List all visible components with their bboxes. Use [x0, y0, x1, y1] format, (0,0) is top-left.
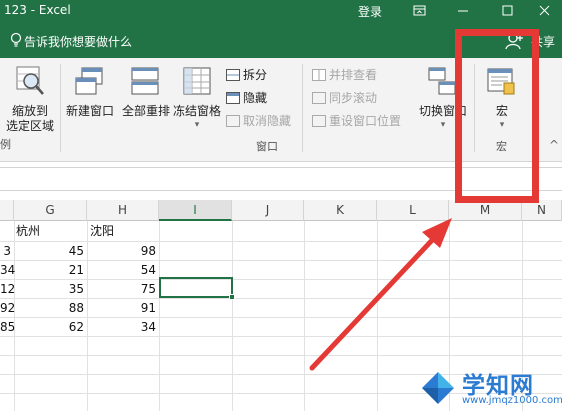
watermark-logo-icon	[422, 372, 454, 404]
watermark-url: www.jmqz1000.com	[462, 395, 562, 406]
watermark: 学知网 www.jmqz1000.com	[418, 366, 562, 411]
annotation-arrow-icon	[309, 218, 452, 371]
